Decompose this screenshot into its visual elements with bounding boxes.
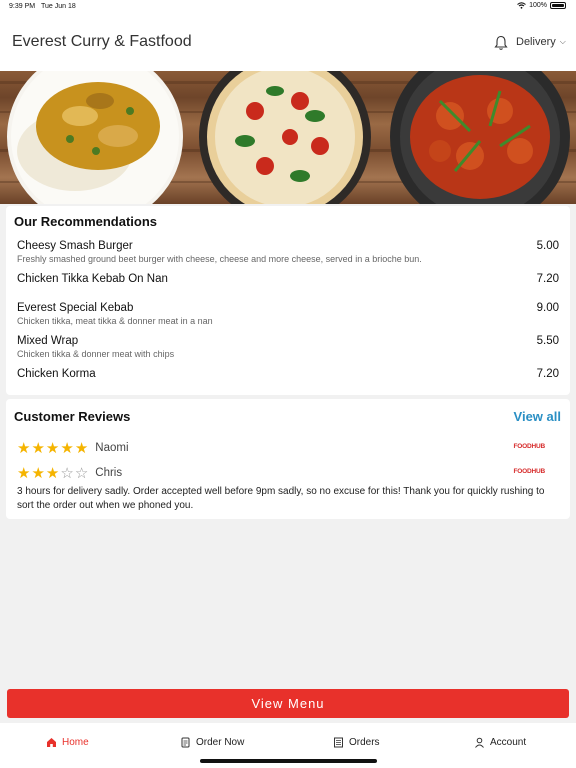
tab-label: Orders [349,737,380,748]
foodhub-logo: FOODHUB [513,468,546,475]
star-rating: ★ ★ ★ ☆ ☆ [17,466,88,481]
item-name: Cheesy Smash Burger [17,240,133,252]
review-row: ★ ★ ★ ☆ ☆ Chris FOODHUB [17,465,559,481]
recommendations-card: Our Recommendations Cheesy Smash Burger … [6,206,570,395]
hero-illustration [0,71,576,204]
star-rating: ★ ★ ★ ★ ★ [17,441,88,456]
tab-label: Account [490,737,527,748]
user-icon [475,737,484,748]
item-price: 5.50 [536,335,559,347]
home-icon [47,738,56,747]
tab-order-now[interactable]: Order Now [180,737,244,748]
star-filled-icon: ★ [74,439,89,457]
wifi-icon [517,2,526,9]
star-filled-icon: ★ [45,464,60,482]
foodhub-logo: FOODHUB [513,443,546,450]
battery-percent: 100% [529,2,547,9]
star-empty-icon: ☆ [60,464,74,482]
star-filled-icon: ★ [45,439,60,457]
status-date: Tue Jun 18 [41,3,76,10]
reviews-card: Customer Reviews View all ★ ★ ★ ★ ★ Naom… [6,399,570,519]
item-name: Chicken Korma [17,368,96,380]
review-row: ★ ★ ★ ★ ★ Naomi FOODHUB [17,440,559,456]
bell-icon[interactable] [494,35,508,51]
item-name: Chicken Tikka Kebab On Nan [17,273,168,285]
order-icon [181,737,190,748]
status-time: 9:39 PM [9,3,36,10]
recommendation-item[interactable]: Chicken Korma 7.20 [17,368,559,380]
star-filled-icon: ★ [60,439,74,457]
status-bar: 9:39 PM Tue Jun 18 100% [0,0,576,13]
item-description: Chicken tikka & donner meat with chips [17,349,175,359]
battery-icon [550,2,566,9]
delivery-mode-selector[interactable]: Delivery ⌵ [516,36,566,48]
item-description: Freshly smashed ground beet burger with … [17,254,422,264]
chevron-down-icon: ⌵ [559,37,566,46]
reviewer-name: Chris [95,467,123,479]
item-name: Mixed Wrap [17,335,79,347]
home-indicator [200,759,377,763]
view-all-reviews-link[interactable]: View all [514,409,561,424]
star-filled-icon: ★ [31,464,45,482]
star-empty-icon: ☆ [74,464,89,482]
view-menu-button[interactable]: View Menu [7,689,569,718]
reviewer-name: Naomi [95,442,129,454]
status-right: 100% [517,2,566,9]
recommendation-item[interactable]: Everest Special Kebab Chicken tikka, mea… [17,302,559,326]
item-price: 7.20 [536,368,559,380]
app-header: Everest Curry & Fastfood Delivery ⌵ [0,13,576,71]
star-filled-icon: ★ [31,439,45,457]
recommendations-title: Our Recommendations [14,214,158,229]
restaurant-title: Everest Curry & Fastfood [12,33,192,50]
receipt-icon [334,737,343,748]
tab-label: Home [62,737,89,748]
hero-food-banner [0,71,576,204]
delivery-mode-label: Delivery [516,36,556,48]
reviews-title: Customer Reviews [14,409,131,424]
recommendation-item[interactable]: Chicken Tikka Kebab On Nan 7.20 [17,273,559,285]
item-description: Chicken tikka, meat tikka & donner meat … [17,316,213,326]
star-filled-icon: ★ [17,439,31,457]
item-price: 7.20 [536,273,559,285]
item-name: Everest Special Kebab [17,302,134,314]
star-filled-icon: ★ [17,464,31,482]
tab-orders[interactable]: Orders [333,737,380,748]
item-price: 5.00 [536,240,559,252]
recommendation-item[interactable]: Mixed Wrap Chicken tikka & donner meat w… [17,335,559,359]
tab-account[interactable]: Account [474,737,526,748]
recommendation-item[interactable]: Cheesy Smash Burger Freshly smashed grou… [17,240,559,264]
review-text: 3 hours for delivery sadly. Order accept… [17,486,545,511]
tab-home[interactable]: Home [46,737,89,748]
tab-label: Order Now [196,737,245,748]
item-price: 9.00 [536,302,559,314]
